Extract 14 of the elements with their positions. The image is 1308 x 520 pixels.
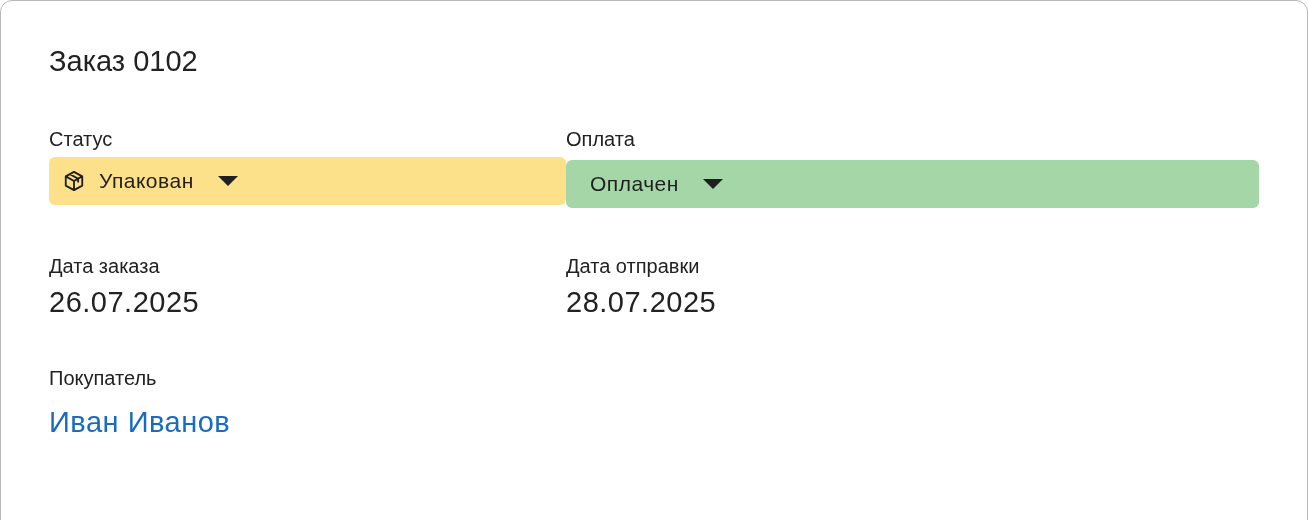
field-label: Статус <box>49 127 113 152</box>
box-icon <box>63 170 85 192</box>
caret-icon <box>702 179 723 189</box>
date-value: 28.07.2025 <box>566 285 717 320</box>
caret-icon <box>217 176 238 186</box>
customer-link[interactable]: Иван Иванов <box>49 404 231 440</box>
payment-dropdown[interactable]: Оплачен <box>566 160 1259 208</box>
date-value: 26.07.2025 <box>49 285 200 320</box>
field-label: Покупатель <box>49 366 157 391</box>
field-label: Дата заказа <box>49 254 160 279</box>
status-dropdown[interactable]: Упакован <box>49 157 566 205</box>
field-label: Оплата <box>566 127 635 152</box>
field-label: Дата отправки <box>566 254 700 279</box>
order-title: Заказ 0102 <box>49 44 198 79</box>
